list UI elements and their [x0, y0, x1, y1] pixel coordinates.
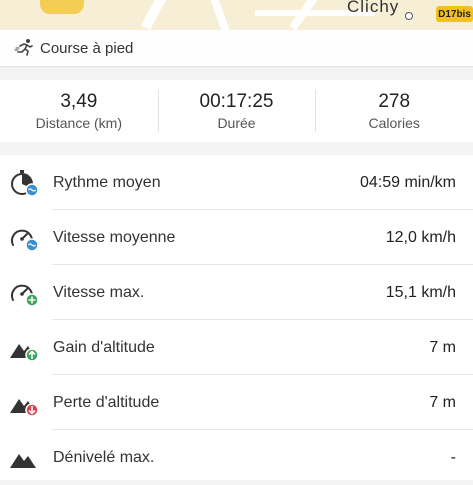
altitude-gain-icon: [10, 344, 39, 362]
stat-caption: Calories: [368, 115, 420, 131]
route-map[interactable]: Clichy D17bis: [0, 0, 473, 30]
elevation-icon: [10, 454, 36, 468]
metric-value: 7 m: [429, 393, 456, 411]
metric-row-avg-speed: Vitesse moyenne 12,0 km/h: [0, 210, 473, 265]
pace-icon: [11, 170, 39, 197]
metrics-list: Rythme moyen 04:59 min/km Vitesse moyenn…: [0, 155, 473, 480]
map-road: [141, 0, 169, 30]
metric-row-altitude-gain: Gain d'altitude 7 m: [0, 320, 473, 375]
metric-value: 04:59 min/km: [359, 173, 456, 191]
metric-row-altitude-loss: Perte d'altitude 7 m: [0, 375, 473, 430]
stat-caption: Distance (km): [35, 115, 123, 131]
stat-value: 278: [378, 91, 411, 112]
metric-value: -: [450, 448, 456, 466]
runner-icon: [14, 39, 33, 56]
metric-label: Vitesse max.: [53, 283, 145, 301]
activity-type-bar: Course à pied: [0, 30, 473, 67]
metric-value: 15,1 km/h: [385, 283, 456, 301]
stat-distance: 3,49 Distance (km): [0, 80, 158, 142]
metric-label: Gain d'altitude: [53, 338, 155, 356]
metric-label: Rythme moyen: [53, 173, 161, 191]
metric-label: Vitesse moyenne: [53, 228, 176, 246]
map-place-marker: [405, 12, 413, 20]
stat-caption: Durée: [217, 115, 256, 131]
metric-value: 12,0 km/h: [385, 228, 456, 246]
stats-summary: 3,49 Distance (km) 00:17:25 Durée 278 Ca…: [0, 80, 473, 142]
stat-value: 3,49: [60, 91, 98, 112]
metric-label: Perte d'altitude: [53, 393, 160, 411]
metric-row-max-elevation: Dénivelé max. -: [0, 430, 473, 485]
metric-value: 7 m: [429, 338, 456, 356]
metric-row-avg-pace: Rythme moyen 04:59 min/km: [0, 155, 473, 210]
map-road-badge: D17bis: [436, 6, 473, 22]
altitude-loss-icon: [10, 399, 39, 417]
map-road: [208, 0, 230, 30]
stat-value: 00:17:25: [199, 91, 274, 112]
speedometer-avg-icon: [11, 229, 39, 252]
map-road-highlight: [40, 0, 84, 14]
stat-duration: 00:17:25 Durée: [157, 80, 316, 142]
speedometer-max-icon: [11, 284, 39, 307]
metric-label: Dénivelé max.: [53, 448, 155, 466]
stat-calories: 278 Calories: [315, 80, 473, 142]
metric-row-max-speed: Vitesse max. 15,1 km/h: [0, 265, 473, 320]
activity-type-label: Course à pied: [40, 39, 134, 57]
map-city-label: Clichy: [347, 0, 400, 16]
